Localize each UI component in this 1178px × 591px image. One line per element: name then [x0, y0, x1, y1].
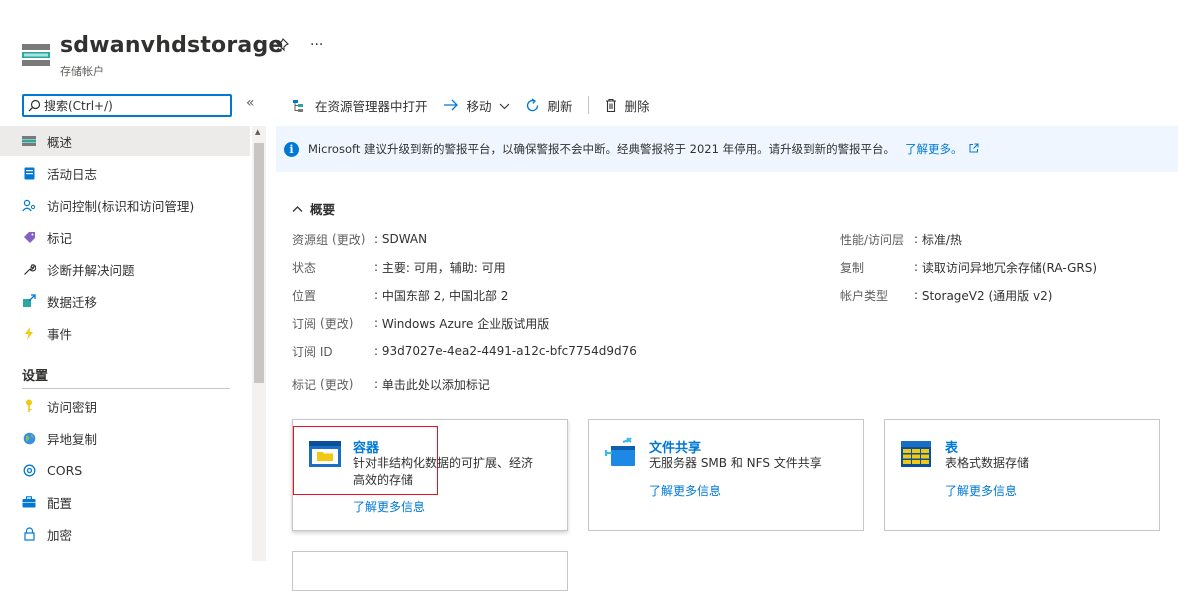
- toolbar-divider: [587, 96, 589, 114]
- change-subscription-link[interactable]: 更改: [325, 315, 349, 332]
- sidebar-item-activity-log[interactable]: 活动日志: [0, 158, 250, 188]
- sidebar-item-diagnose[interactable]: 诊断并解决问题: [0, 254, 250, 284]
- sidebar-item-configuration[interactable]: 配置: [0, 487, 250, 517]
- explorer-icon: [292, 98, 307, 113]
- sidebar-item-access-keys[interactable]: 访问密钥: [0, 391, 250, 421]
- essentials-label-performance: 性能/访问层: [840, 232, 905, 247]
- data-migration-icon: [22, 294, 36, 308]
- activity-log-icon: [22, 166, 36, 180]
- essentials-value-replication: : 读取访问异地冗余存储(RA-GRS): [914, 260, 1098, 275]
- card-file-shares[interactable]: 文件共享 无服务器 SMB 和 NFS 文件共享 了解更多信息: [588, 419, 864, 531]
- essentials-label-status: 状态: [292, 260, 317, 275]
- more-options-button[interactable]: ···: [310, 37, 323, 53]
- change-resource-group-link[interactable]: 更改: [337, 231, 361, 248]
- card-containers-learn-more-link[interactable]: 了解更多信息: [353, 498, 425, 515]
- essentials-toggle[interactable]: 概要: [292, 199, 335, 218]
- lock-icon: [22, 527, 36, 541]
- sidebar: 概述 活动日志 访问控制(标识和访问管理) 标记 诊断并解决问题 数据迁移 事件…: [0, 126, 252, 561]
- access-control-icon: [22, 198, 36, 212]
- storage-overview-icon: [22, 134, 36, 148]
- essentials-value-status: : 主要: 可用，辅助: 可用: [374, 260, 506, 275]
- highlight-box: [293, 426, 438, 495]
- table-icon: [901, 441, 931, 471]
- resource-group-link[interactable]: SDWAN: [382, 232, 427, 246]
- card-file-shares-learn-more-link[interactable]: 了解更多信息: [649, 482, 721, 499]
- essentials-row-resource-group: 资源组 (更改): [292, 231, 366, 248]
- page-title: sdwanvhdstorage: [60, 33, 284, 58]
- lightning-icon: [22, 326, 36, 340]
- info-banner: i Microsoft 建议升级到新的警报平台，以确保警报不会中断。经典警报将于…: [276, 126, 1178, 172]
- chevron-up-icon: [292, 205, 303, 212]
- essentials-value-account-kind: : StorageV2 (通用版 v2): [914, 288, 1053, 303]
- card-tables[interactable]: 表 表格式数据存储 了解更多信息: [884, 419, 1160, 531]
- pin-icon[interactable]: [275, 38, 289, 56]
- sidebar-item-tags[interactable]: 标记: [0, 222, 250, 252]
- collapse-sidebar-button[interactable]: «: [246, 95, 255, 111]
- essentials-label-replication: 复制: [840, 260, 865, 275]
- essentials-value-performance: : 标准/热: [914, 232, 962, 247]
- sidebar-item-access-control[interactable]: 访问控制(标识和访问管理): [0, 190, 250, 220]
- scroll-up-arrow-icon[interactable]: ▲: [255, 128, 260, 136]
- sidebar-item-overview[interactable]: 概述: [0, 126, 250, 156]
- search-icon: [28, 99, 41, 112]
- tag-icon: [22, 230, 36, 244]
- divider: [22, 388, 230, 389]
- sidebar-item-data-migration[interactable]: 数据迁移: [0, 286, 250, 316]
- command-bar: 在资源管理器中打开 移动 刷新 删除: [292, 94, 665, 116]
- briefcase-icon: [22, 495, 36, 509]
- essentials-value-subscription-id: : 93d7027e-4ea2-4491-a12c-bfc7754d9d76: [374, 344, 637, 358]
- card-tables-title[interactable]: 表: [945, 437, 958, 456]
- essentials-value-location: : 中国东部 2, 中国北部 2: [374, 288, 509, 303]
- sidebar-item-encryption[interactable]: 加密: [0, 519, 250, 549]
- card-tables-desc: 表格式数据存储: [945, 456, 1030, 470]
- essentials-row-tags: 标记 (更改): [292, 376, 354, 393]
- essentials-label-account-kind: 帐户类型: [840, 288, 889, 303]
- file-share-icon: [603, 437, 637, 473]
- refresh-icon: [525, 97, 540, 113]
- card-tables-learn-more-link[interactable]: 了解更多信息: [945, 482, 1017, 499]
- sidebar-item-events[interactable]: 事件: [0, 318, 250, 348]
- open-in-explorer-button[interactable]: 在资源管理器中打开: [292, 96, 428, 115]
- storage-account-icon: [22, 44, 50, 66]
- key-icon: [22, 399, 36, 413]
- refresh-button[interactable]: 刷新: [525, 96, 573, 115]
- settings-section-header: 设置: [22, 369, 49, 384]
- trash-icon: [605, 98, 617, 113]
- page-subtitle: 存储帐户: [60, 65, 104, 78]
- card-partial[interactable]: [292, 551, 568, 591]
- chevron-down-icon: [499, 98, 510, 113]
- arrow-right-icon: [443, 99, 459, 111]
- move-button[interactable]: 移动: [443, 96, 510, 115]
- subscription-link[interactable]: Windows Azure 企业版试用版: [382, 315, 549, 332]
- essentials-label-subscription-id: 订阅 ID: [292, 344, 333, 359]
- card-file-shares-desc: 无服务器 SMB 和 NFS 文件共享: [649, 456, 822, 470]
- sidebar-item-geo-replication[interactable]: 异地复制: [0, 423, 250, 453]
- add-tags-link[interactable]: 单击此处以添加标记: [382, 376, 490, 393]
- globe-icon: [22, 431, 36, 445]
- external-link-icon[interactable]: [969, 143, 979, 156]
- essentials-value-tags-row: : 单击此处以添加标记: [374, 376, 490, 393]
- search-input[interactable]: 搜索(Ctrl+/): [22, 94, 232, 117]
- card-file-shares-title[interactable]: 文件共享: [649, 437, 701, 456]
- essentials-value-subscription-row: : Windows Azure 企业版试用版: [374, 315, 550, 332]
- search-placeholder: 搜索(Ctrl+/): [44, 99, 113, 113]
- sidebar-item-cors[interactable]: CORS: [0, 455, 250, 485]
- change-tags-link[interactable]: 更改: [325, 376, 349, 393]
- sidebar-scroll-thumb[interactable]: [254, 143, 264, 383]
- cors-icon: [22, 463, 36, 477]
- essentials-value-resource-group-row: : SDWAN: [374, 232, 428, 246]
- info-icon: i: [284, 141, 299, 157]
- delete-button[interactable]: 删除: [605, 96, 650, 115]
- banner-learn-more-link[interactable]: 了解更多。: [905, 141, 963, 157]
- essentials-row-subscription: 订阅 (更改): [292, 315, 354, 332]
- banner-text: Microsoft 建议升级到新的警报平台，以确保警报不会中断。经典警报将于 2…: [308, 142, 896, 156]
- essentials-label-location: 位置: [292, 288, 317, 303]
- wrench-icon: [22, 262, 36, 276]
